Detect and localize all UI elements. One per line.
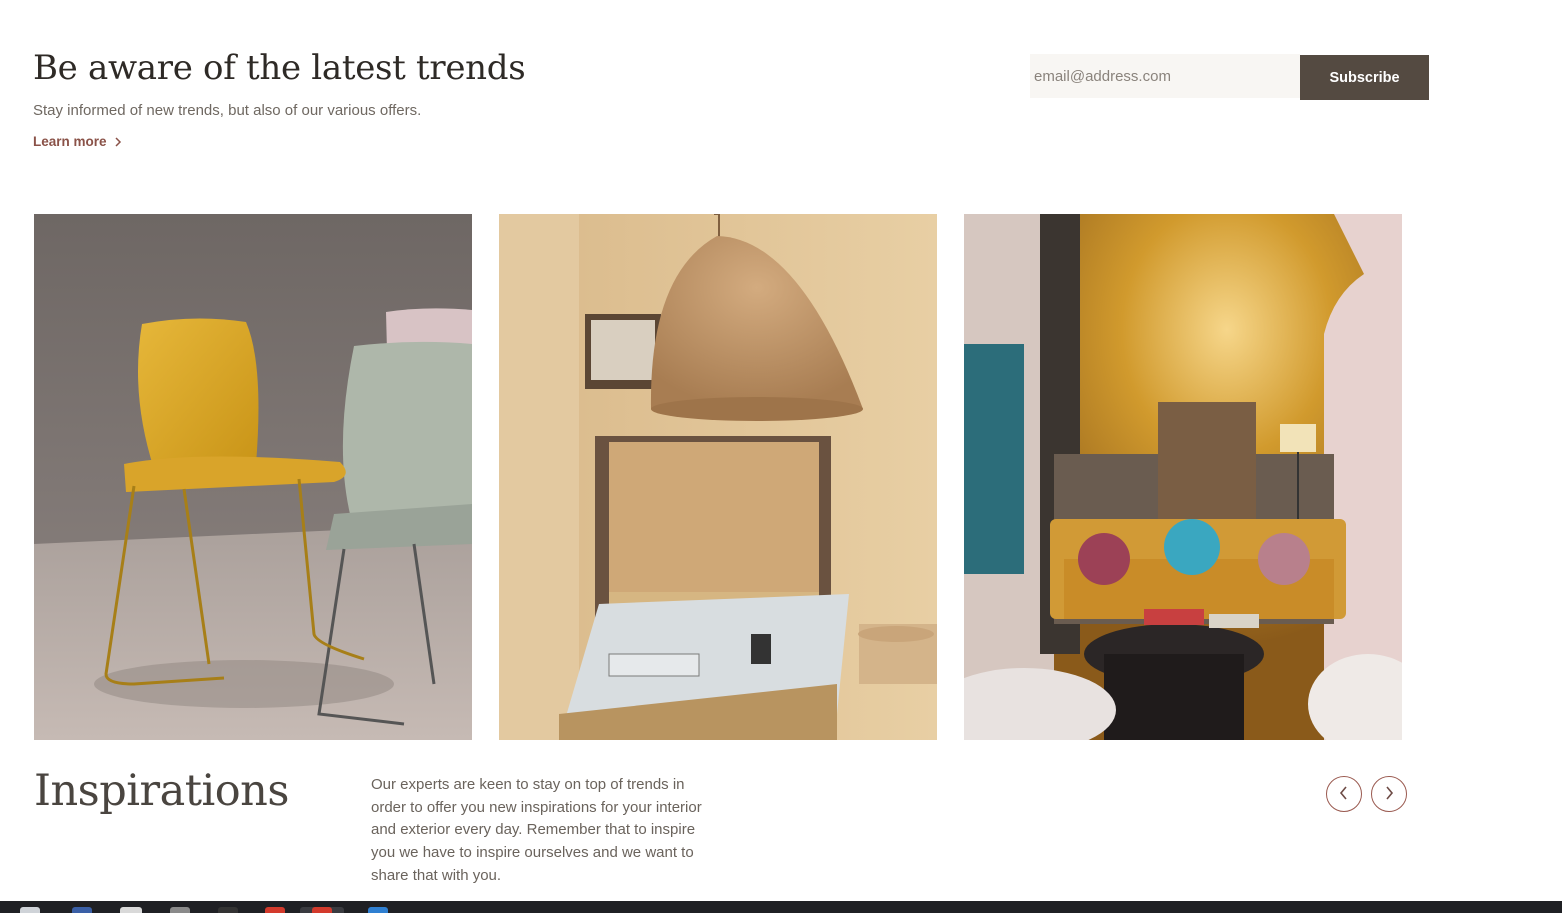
chevron-right-icon xyxy=(1382,785,1396,804)
chevron-right-icon xyxy=(113,136,123,148)
taskbar-app-icon[interactable] xyxy=(218,907,238,913)
carousel-prev-button[interactable] xyxy=(1326,776,1362,812)
subscribe-button[interactable]: Subscribe xyxy=(1300,55,1429,100)
inspirations-title: Inspirations xyxy=(34,766,289,816)
taskbar-app-icon[interactable] xyxy=(120,907,142,913)
learn-more-label: Learn more xyxy=(33,134,107,149)
carousel-next-button[interactable] xyxy=(1371,776,1407,812)
learn-more-link[interactable]: Learn more xyxy=(33,134,123,149)
taskbar-app-icon[interactable] xyxy=(368,907,388,913)
taskbar-app-icon[interactable] xyxy=(20,907,40,913)
living-room-photo xyxy=(964,214,1402,740)
newsletter-title: Be aware of the latest trends xyxy=(33,48,526,88)
taskbar-app-icon[interactable] xyxy=(170,907,190,913)
chairs-photo xyxy=(34,214,472,740)
taskbar-app-icon[interactable] xyxy=(312,907,332,913)
taskbar-app-icon[interactable] xyxy=(72,907,92,913)
inspirations-text: Our experts are keen to stay on top of t… xyxy=(371,776,702,884)
kitchen-lamp-photo xyxy=(499,214,937,740)
chevron-left-icon xyxy=(1337,785,1351,804)
email-input[interactable] xyxy=(1030,54,1300,98)
newsletter-subtitle: Stay informed of new trends, but also of… xyxy=(33,102,422,119)
taskbar-app-icon[interactable] xyxy=(265,907,285,913)
